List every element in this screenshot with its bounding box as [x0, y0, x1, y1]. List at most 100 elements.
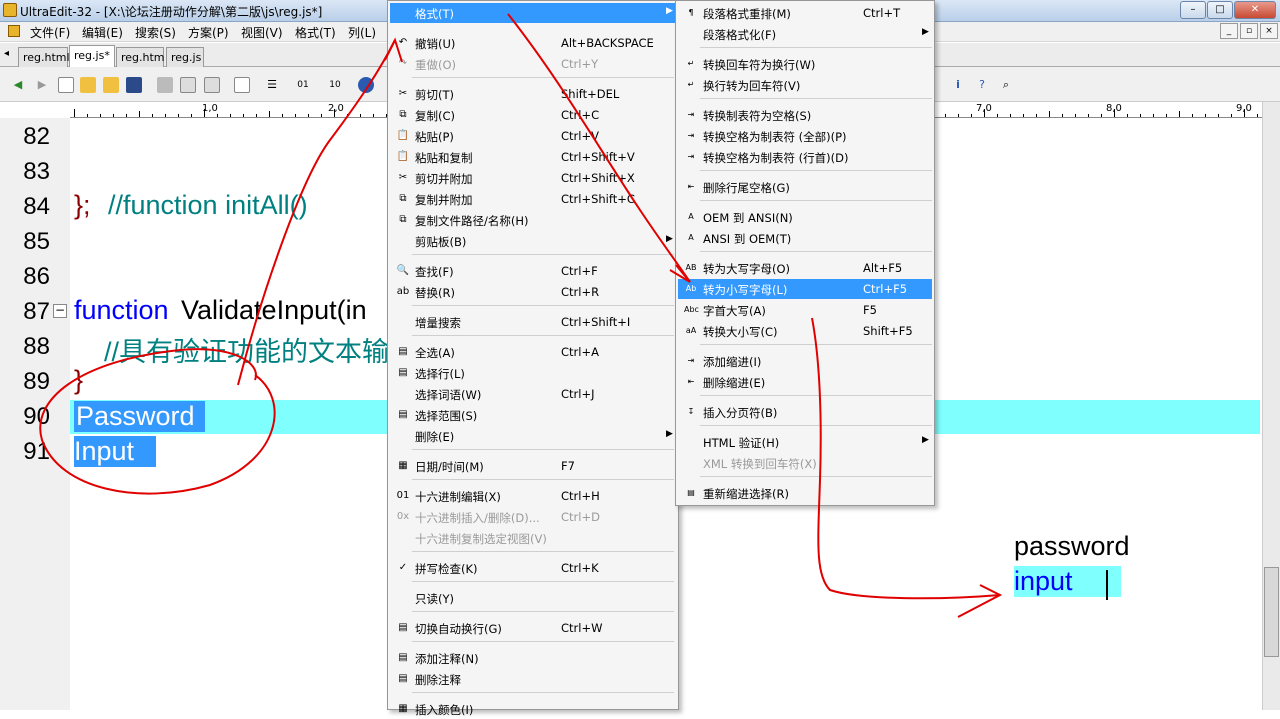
- close-button[interactable]: ✕: [1234, 1, 1276, 19]
- scrollbar-thumb[interactable]: [1264, 567, 1279, 657]
- tab-reg-js[interactable]: reg.js: [166, 47, 204, 67]
- menu-format[interactable]: 格式(T): [295, 24, 336, 41]
- wrap-icon[interactable]: ☰: [264, 77, 280, 93]
- menu-item-label: 转换空格为制表符 (行首)(D): [703, 151, 849, 165]
- menu-item-format-3[interactable]: ↵ 换行转为回车符(V): [678, 75, 932, 95]
- menu-item-edit-1[interactable]: ↷ 重做(O) Ctrl+Y: [390, 54, 676, 74]
- mdi-close-button[interactable]: ×: [1260, 23, 1278, 39]
- menu-item-format-10[interactable]: AB 转为大写字母(O) Alt+F5: [678, 258, 932, 278]
- print-preview-icon[interactable]: [180, 77, 196, 93]
- menu-item-format-0[interactable]: ¶ 段落格式重排(M) Ctrl+T: [678, 3, 932, 23]
- maximize-button[interactable]: □: [1207, 1, 1233, 19]
- tab-reg-html[interactable]: reg.html: [18, 47, 70, 67]
- back-icon[interactable]: ◀: [10, 77, 26, 93]
- menu-item-icon: ⧉: [399, 193, 407, 204]
- menu-item-edit-5[interactable]: 📋 粘贴和复制 Ctrl+Shift+V: [390, 147, 676, 167]
- hex-edit-icon[interactable]: 10: [327, 77, 343, 93]
- menu-item-edit-7[interactable]: ⧉ 复制并附加 Ctrl+Shift+C: [390, 189, 676, 209]
- menu-item-format-4[interactable]: ⇥ 转换制表符为空格(S): [678, 105, 932, 125]
- vertical-scrollbar[interactable]: [1262, 102, 1280, 710]
- menu-item-edit-0[interactable]: ↶ 撤销(U) Alt+BACKSPACE: [390, 33, 676, 53]
- info-icon[interactable]: i: [950, 77, 966, 93]
- menu-item-label: 选择范围(S): [415, 409, 478, 423]
- menu-item-edit-3[interactable]: ⧉ 复制(C) Ctrl+C: [390, 105, 676, 125]
- menu-item-format-5[interactable]: ⇥ 转换空格为制表符 (全部)(P): [678, 126, 932, 146]
- document-icon[interactable]: [234, 77, 250, 93]
- menu-item-format-18[interactable]: XML 转换到回车符(X): [678, 453, 932, 473]
- menu-edit[interactable]: 编辑(E): [82, 24, 123, 41]
- menu-item-format-8[interactable]: A OEM 到 ANSI(N): [678, 207, 932, 227]
- menu-item-format-13[interactable]: aA 转换大小写(C) Shift+F5: [678, 321, 932, 341]
- menu-item-format-17[interactable]: HTML 验证(H) ▶: [678, 432, 932, 452]
- menu-item-format-15[interactable]: ⇤ 删除缩进(E): [678, 372, 932, 392]
- menu-item-edit-22[interactable]: ✓ 拼写检查(K) Ctrl+K: [390, 558, 676, 578]
- menu-item-icon: A: [688, 212, 694, 221]
- menu-separator: [700, 344, 932, 345]
- menu-item-format-14[interactable]: ⇥ 添加缩进(I): [678, 351, 932, 371]
- menu-column[interactable]: 列(L): [348, 24, 376, 41]
- menu-item-icon: ▦: [398, 703, 408, 714]
- menu-item-edit-24[interactable]: ▤ 切换自动换行(G) Ctrl+W: [390, 618, 676, 638]
- selected-text-password[interactable]: Password: [74, 401, 205, 432]
- page-setup-icon[interactable]: [204, 77, 220, 93]
- menu-separator: [412, 305, 674, 306]
- save-icon[interactable]: [126, 77, 142, 93]
- menu-item-edit-19[interactable]: 01 十六进制编辑(X) Ctrl+H: [390, 486, 676, 506]
- menu-search[interactable]: 搜索(S): [135, 24, 176, 41]
- menu-item-edit-15[interactable]: 选择词语(W) Ctrl+J: [390, 384, 676, 404]
- open-icon[interactable]: [80, 77, 96, 93]
- menu-item-edit-18[interactable]: ▦ 日期/时间(M) F7: [390, 456, 676, 476]
- window-title: UltraEdit-32 - [X:\论坛注册动作分解\第二版\js\reg.j…: [20, 5, 323, 19]
- print-icon[interactable]: [157, 77, 173, 93]
- menu-item-edit-13[interactable]: ▤ 全选(A) Ctrl+A: [390, 342, 676, 362]
- menu-item-edit-23[interactable]: 只读(Y): [390, 588, 676, 608]
- menu-item-edit-20[interactable]: 0x 十六进制插入/删除(D)... Ctrl+D: [390, 507, 676, 527]
- menu-item-format-6[interactable]: ⇥ 转换空格为制表符 (行首)(D): [678, 147, 932, 167]
- tab-reg-js-modified[interactable]: reg.js*: [69, 45, 115, 67]
- mdi-restore-button[interactable]: ▫: [1240, 23, 1258, 39]
- menu-item-edit-21[interactable]: 十六进制复制选定视图(V): [390, 528, 676, 548]
- tab-reg-htm[interactable]: reg.htm: [116, 47, 165, 67]
- forward-icon[interactable]: ▶: [34, 77, 50, 93]
- menu-item-edit-14[interactable]: ▤ 选择行(L): [390, 363, 676, 383]
- help-icon[interactable]: ?: [974, 77, 990, 93]
- menu-item-format-11[interactable]: Ab 转为小写字母(L) Ctrl+F5: [678, 279, 932, 299]
- menu-item-label: 转为大写字母(O): [703, 262, 791, 276]
- menu-item-format-1[interactable]: 段落格式化(F) ▶: [678, 24, 932, 44]
- menu-item-edit-10[interactable]: 🔍 查找(F) Ctrl+F: [390, 261, 676, 281]
- menu-item-edit-17[interactable]: 删除(E) ▶: [390, 426, 676, 446]
- menu-item-edit-16[interactable]: ▤ 选择范围(S): [390, 405, 676, 425]
- menu-item-label: OEM 到 ANSI(N): [703, 211, 793, 225]
- menu-item-edit-6[interactable]: ✂ 剪切并附加 Ctrl+Shift+X: [390, 168, 676, 188]
- mdi-minimize-button[interactable]: _: [1220, 23, 1238, 39]
- menu-item-format-7[interactable]: ⇤ 删除行尾空格(G): [678, 177, 932, 197]
- menu-file[interactable]: 文件(F): [30, 24, 70, 41]
- menu-item-edit-11[interactable]: ab 替换(R) Ctrl+R: [390, 282, 676, 302]
- menu-item-edit-4[interactable]: 📋 粘贴(P) Ctrl+V: [390, 126, 676, 146]
- menu-item-edit-2[interactable]: ✂ 剪切(T) Shift+DEL: [390, 84, 676, 104]
- menu-project[interactable]: 方案(P): [188, 24, 229, 41]
- hex-icon[interactable]: 01: [295, 77, 311, 93]
- selected-text-input[interactable]: Input: [74, 436, 157, 467]
- menu-view[interactable]: 视图(V): [241, 24, 283, 41]
- menu-item-edit-25[interactable]: ▤ 添加注释(N): [390, 648, 676, 668]
- web-icon[interactable]: [358, 77, 374, 93]
- whats-this-icon[interactable]: ⌕: [998, 77, 1014, 93]
- menu-item-format-2[interactable]: ↵ 转换回车符为换行(W): [678, 54, 932, 74]
- menu-item-edit-8[interactable]: ⧉ 复制文件路径/名称(H): [390, 210, 676, 230]
- fold-toggle-icon[interactable]: −: [53, 304, 67, 318]
- menu-item-edit-26[interactable]: ▤ 删除注释: [390, 669, 676, 689]
- menu-item-format-12[interactable]: Abc 字首大写(A) F5: [678, 300, 932, 320]
- new-file-icon[interactable]: [58, 77, 74, 93]
- menu-item-label: 复制并附加: [415, 193, 473, 207]
- menu-item-format-19[interactable]: ▤ 重新缩进选择(R): [678, 483, 932, 503]
- menu-item-format-16[interactable]: ↧ 插入分页符(B): [678, 402, 932, 422]
- minimize-button[interactable]: –: [1180, 1, 1206, 19]
- menu-item-format-9[interactable]: A ANSI 到 OEM(T): [678, 228, 932, 248]
- menu-item-format-submenu[interactable]: 格式(T) ▶: [390, 3, 676, 23]
- menu-item-edit-12[interactable]: 增量搜索 Ctrl+Shift+I: [390, 312, 676, 332]
- ruler-tick: [126, 114, 127, 117]
- menu-item-edit-27[interactable]: ▦ 插入颜色(I): [390, 699, 676, 719]
- menu-item-edit-9[interactable]: 剪贴板(B) ▶: [390, 231, 676, 251]
- open-folder-icon[interactable]: [103, 77, 119, 93]
